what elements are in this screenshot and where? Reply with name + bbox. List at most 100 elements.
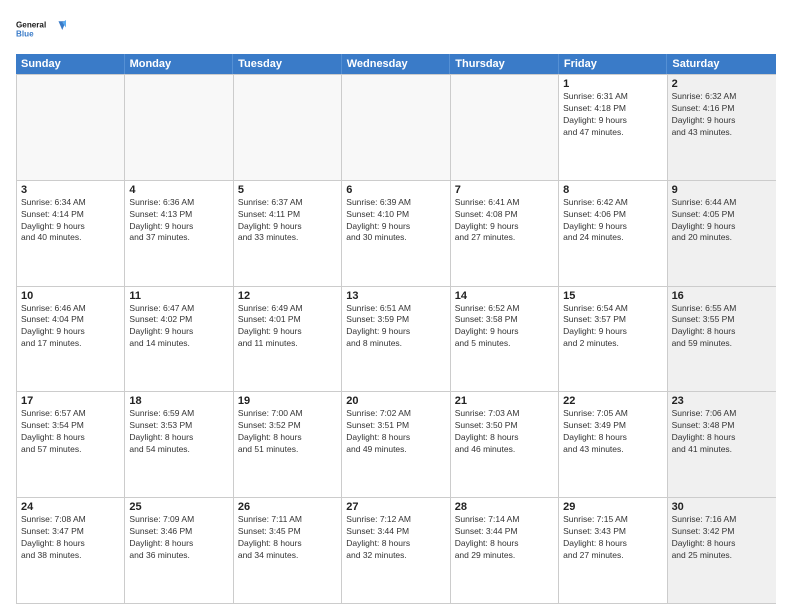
day-cell-18: 18Sunrise: 6:59 AMSunset: 3:53 PMDayligh… xyxy=(125,392,233,497)
day-number: 22 xyxy=(563,395,662,407)
day-number: 19 xyxy=(238,395,337,407)
day-info: Sunrise: 6:54 AMSunset: 3:57 PMDaylight:… xyxy=(563,303,662,351)
empty-cell xyxy=(451,75,559,180)
day-number: 7 xyxy=(455,184,554,196)
day-info: Sunrise: 6:32 AMSunset: 4:16 PMDaylight:… xyxy=(672,91,772,139)
calendar-body: 1Sunrise: 6:31 AMSunset: 4:18 PMDaylight… xyxy=(16,74,776,604)
day-info: Sunrise: 7:16 AMSunset: 3:42 PMDaylight:… xyxy=(672,514,772,562)
day-cell-20: 20Sunrise: 7:02 AMSunset: 3:51 PMDayligh… xyxy=(342,392,450,497)
day-cell-13: 13Sunrise: 6:51 AMSunset: 3:59 PMDayligh… xyxy=(342,287,450,392)
week-row-1: 1Sunrise: 6:31 AMSunset: 4:18 PMDaylight… xyxy=(17,74,776,180)
day-cell-27: 27Sunrise: 7:12 AMSunset: 3:44 PMDayligh… xyxy=(342,498,450,603)
day-header-sunday: Sunday xyxy=(16,54,125,74)
day-number: 18 xyxy=(129,395,228,407)
day-number: 3 xyxy=(21,184,120,196)
day-header-tuesday: Tuesday xyxy=(233,54,342,74)
day-number: 17 xyxy=(21,395,120,407)
day-cell-4: 4Sunrise: 6:36 AMSunset: 4:13 PMDaylight… xyxy=(125,181,233,286)
day-info: Sunrise: 6:41 AMSunset: 4:08 PMDaylight:… xyxy=(455,197,554,245)
day-number: 5 xyxy=(238,184,337,196)
day-number: 26 xyxy=(238,501,337,513)
day-info: Sunrise: 6:31 AMSunset: 4:18 PMDaylight:… xyxy=(563,91,662,139)
day-cell-2: 2Sunrise: 6:32 AMSunset: 4:16 PMDaylight… xyxy=(668,75,776,180)
day-info: Sunrise: 7:15 AMSunset: 3:43 PMDaylight:… xyxy=(563,514,662,562)
day-info: Sunrise: 6:52 AMSunset: 3:58 PMDaylight:… xyxy=(455,303,554,351)
day-info: Sunrise: 6:44 AMSunset: 4:05 PMDaylight:… xyxy=(672,197,772,245)
svg-text:General: General xyxy=(16,21,46,30)
day-cell-30: 30Sunrise: 7:16 AMSunset: 3:42 PMDayligh… xyxy=(668,498,776,603)
logo: General Blue xyxy=(16,12,66,48)
day-cell-14: 14Sunrise: 6:52 AMSunset: 3:58 PMDayligh… xyxy=(451,287,559,392)
day-number: 29 xyxy=(563,501,662,513)
logo-svg: General Blue xyxy=(16,12,66,48)
day-cell-10: 10Sunrise: 6:46 AMSunset: 4:04 PMDayligh… xyxy=(17,287,125,392)
day-number: 1 xyxy=(563,78,662,90)
day-info: Sunrise: 6:57 AMSunset: 3:54 PMDaylight:… xyxy=(21,408,120,456)
day-cell-21: 21Sunrise: 7:03 AMSunset: 3:50 PMDayligh… xyxy=(451,392,559,497)
empty-cell xyxy=(125,75,233,180)
day-info: Sunrise: 6:37 AMSunset: 4:11 PMDaylight:… xyxy=(238,197,337,245)
day-header-friday: Friday xyxy=(559,54,668,74)
day-info: Sunrise: 7:08 AMSunset: 3:47 PMDaylight:… xyxy=(21,514,120,562)
day-info: Sunrise: 7:06 AMSunset: 3:48 PMDaylight:… xyxy=(672,408,772,456)
day-info: Sunrise: 7:12 AMSunset: 3:44 PMDaylight:… xyxy=(346,514,445,562)
day-cell-24: 24Sunrise: 7:08 AMSunset: 3:47 PMDayligh… xyxy=(17,498,125,603)
day-info: Sunrise: 7:11 AMSunset: 3:45 PMDaylight:… xyxy=(238,514,337,562)
day-cell-12: 12Sunrise: 6:49 AMSunset: 4:01 PMDayligh… xyxy=(234,287,342,392)
day-info: Sunrise: 6:42 AMSunset: 4:06 PMDaylight:… xyxy=(563,197,662,245)
day-cell-19: 19Sunrise: 7:00 AMSunset: 3:52 PMDayligh… xyxy=(234,392,342,497)
empty-cell xyxy=(17,75,125,180)
day-number: 10 xyxy=(21,290,120,302)
day-info: Sunrise: 6:55 AMSunset: 3:55 PMDaylight:… xyxy=(672,303,772,351)
day-number: 24 xyxy=(21,501,120,513)
day-number: 16 xyxy=(672,290,772,302)
day-info: Sunrise: 7:14 AMSunset: 3:44 PMDaylight:… xyxy=(455,514,554,562)
day-info: Sunrise: 6:39 AMSunset: 4:10 PMDaylight:… xyxy=(346,197,445,245)
day-cell-7: 7Sunrise: 6:41 AMSunset: 4:08 PMDaylight… xyxy=(451,181,559,286)
day-cell-6: 6Sunrise: 6:39 AMSunset: 4:10 PMDaylight… xyxy=(342,181,450,286)
day-cell-25: 25Sunrise: 7:09 AMSunset: 3:46 PMDayligh… xyxy=(125,498,233,603)
day-info: Sunrise: 7:09 AMSunset: 3:46 PMDaylight:… xyxy=(129,514,228,562)
day-number: 25 xyxy=(129,501,228,513)
day-number: 27 xyxy=(346,501,445,513)
page: General Blue SundayMondayTuesdayWednesda… xyxy=(0,0,792,612)
day-number: 15 xyxy=(563,290,662,302)
day-header-wednesday: Wednesday xyxy=(342,54,451,74)
day-cell-28: 28Sunrise: 7:14 AMSunset: 3:44 PMDayligh… xyxy=(451,498,559,603)
day-number: 12 xyxy=(238,290,337,302)
day-cell-16: 16Sunrise: 6:55 AMSunset: 3:55 PMDayligh… xyxy=(668,287,776,392)
day-number: 4 xyxy=(129,184,228,196)
day-header-saturday: Saturday xyxy=(667,54,776,74)
day-cell-29: 29Sunrise: 7:15 AMSunset: 3:43 PMDayligh… xyxy=(559,498,667,603)
day-number: 23 xyxy=(672,395,772,407)
day-info: Sunrise: 6:46 AMSunset: 4:04 PMDaylight:… xyxy=(21,303,120,351)
svg-text:Blue: Blue xyxy=(16,29,34,38)
day-info: Sunrise: 6:51 AMSunset: 3:59 PMDaylight:… xyxy=(346,303,445,351)
day-cell-1: 1Sunrise: 6:31 AMSunset: 4:18 PMDaylight… xyxy=(559,75,667,180)
day-number: 21 xyxy=(455,395,554,407)
day-info: Sunrise: 7:05 AMSunset: 3:49 PMDaylight:… xyxy=(563,408,662,456)
day-cell-11: 11Sunrise: 6:47 AMSunset: 4:02 PMDayligh… xyxy=(125,287,233,392)
week-row-4: 17Sunrise: 6:57 AMSunset: 3:54 PMDayligh… xyxy=(17,391,776,497)
day-number: 8 xyxy=(563,184,662,196)
day-cell-17: 17Sunrise: 6:57 AMSunset: 3:54 PMDayligh… xyxy=(17,392,125,497)
week-row-3: 10Sunrise: 6:46 AMSunset: 4:04 PMDayligh… xyxy=(17,286,776,392)
calendar-header: SundayMondayTuesdayWednesdayThursdayFrid… xyxy=(16,54,776,74)
day-info: Sunrise: 6:47 AMSunset: 4:02 PMDaylight:… xyxy=(129,303,228,351)
day-cell-8: 8Sunrise: 6:42 AMSunset: 4:06 PMDaylight… xyxy=(559,181,667,286)
day-cell-9: 9Sunrise: 6:44 AMSunset: 4:05 PMDaylight… xyxy=(668,181,776,286)
week-row-2: 3Sunrise: 6:34 AMSunset: 4:14 PMDaylight… xyxy=(17,180,776,286)
day-number: 30 xyxy=(672,501,772,513)
empty-cell xyxy=(342,75,450,180)
day-number: 20 xyxy=(346,395,445,407)
day-number: 6 xyxy=(346,184,445,196)
day-info: Sunrise: 7:02 AMSunset: 3:51 PMDaylight:… xyxy=(346,408,445,456)
day-header-monday: Monday xyxy=(125,54,234,74)
day-number: 14 xyxy=(455,290,554,302)
day-number: 11 xyxy=(129,290,228,302)
day-cell-5: 5Sunrise: 6:37 AMSunset: 4:11 PMDaylight… xyxy=(234,181,342,286)
day-header-thursday: Thursday xyxy=(450,54,559,74)
day-cell-26: 26Sunrise: 7:11 AMSunset: 3:45 PMDayligh… xyxy=(234,498,342,603)
day-info: Sunrise: 6:36 AMSunset: 4:13 PMDaylight:… xyxy=(129,197,228,245)
day-number: 2 xyxy=(672,78,772,90)
